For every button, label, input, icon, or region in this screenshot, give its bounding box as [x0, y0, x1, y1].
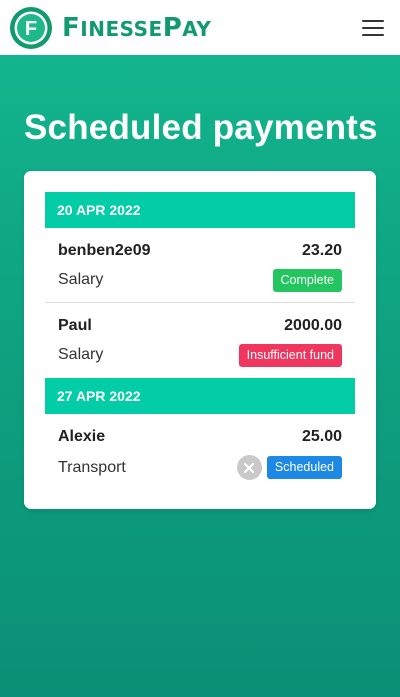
- brand-rest-1: INESSE: [80, 16, 163, 41]
- date-group-header: 20 APR 2022: [45, 192, 355, 228]
- payment-category: Salary: [58, 271, 104, 289]
- payment-row[interactable]: Alexie 25.00 Transport Scheduled: [45, 414, 355, 489]
- status-badge-complete: Complete: [272, 269, 342, 292]
- payment-category: Transport: [58, 458, 126, 476]
- menu-bar: [362, 26, 384, 29]
- payee-name: Alexie: [58, 427, 106, 445]
- status-badge-scheduled: Scheduled: [266, 456, 342, 479]
- logo-letter: F: [25, 18, 37, 40]
- payment-category: Salary: [58, 346, 104, 364]
- brand-name: FINESSEPAY: [62, 15, 211, 41]
- payment-row[interactable]: benben2e09 23.20 Salary Complete: [45, 228, 355, 303]
- brand-cap-1: F: [62, 12, 81, 43]
- hamburger-menu-icon[interactable]: [362, 19, 384, 37]
- top-navbar: F FINESSEPAY: [0, 0, 400, 55]
- payee-name: benben2e09: [58, 241, 151, 259]
- payee-name: Paul: [58, 316, 92, 334]
- brand-cap-2: P: [162, 12, 183, 43]
- finessepay-logo-icon: F: [9, 6, 53, 50]
- menu-bar: [362, 33, 384, 36]
- brand[interactable]: F FINESSEPAY: [9, 6, 211, 50]
- payment-row[interactable]: Paul 2000.00 Salary Insufficient fund: [45, 303, 355, 378]
- menu-bar: [362, 19, 384, 22]
- payments-card: 20 APR 2022 benben2e09 23.20 Salary Comp…: [24, 171, 376, 509]
- page-title: Scheduled payments: [24, 108, 378, 147]
- payment-amount: 23.20: [301, 241, 342, 259]
- payment-amount: 2000.00: [284, 316, 342, 334]
- status-badge-insufficient: Insufficient fund: [238, 344, 342, 367]
- brand-rest-2: AY: [182, 16, 212, 41]
- date-group-header: 27 APR 2022: [45, 378, 355, 414]
- close-circle-icon[interactable]: [236, 455, 262, 480]
- payment-amount: 25.00: [301, 427, 342, 445]
